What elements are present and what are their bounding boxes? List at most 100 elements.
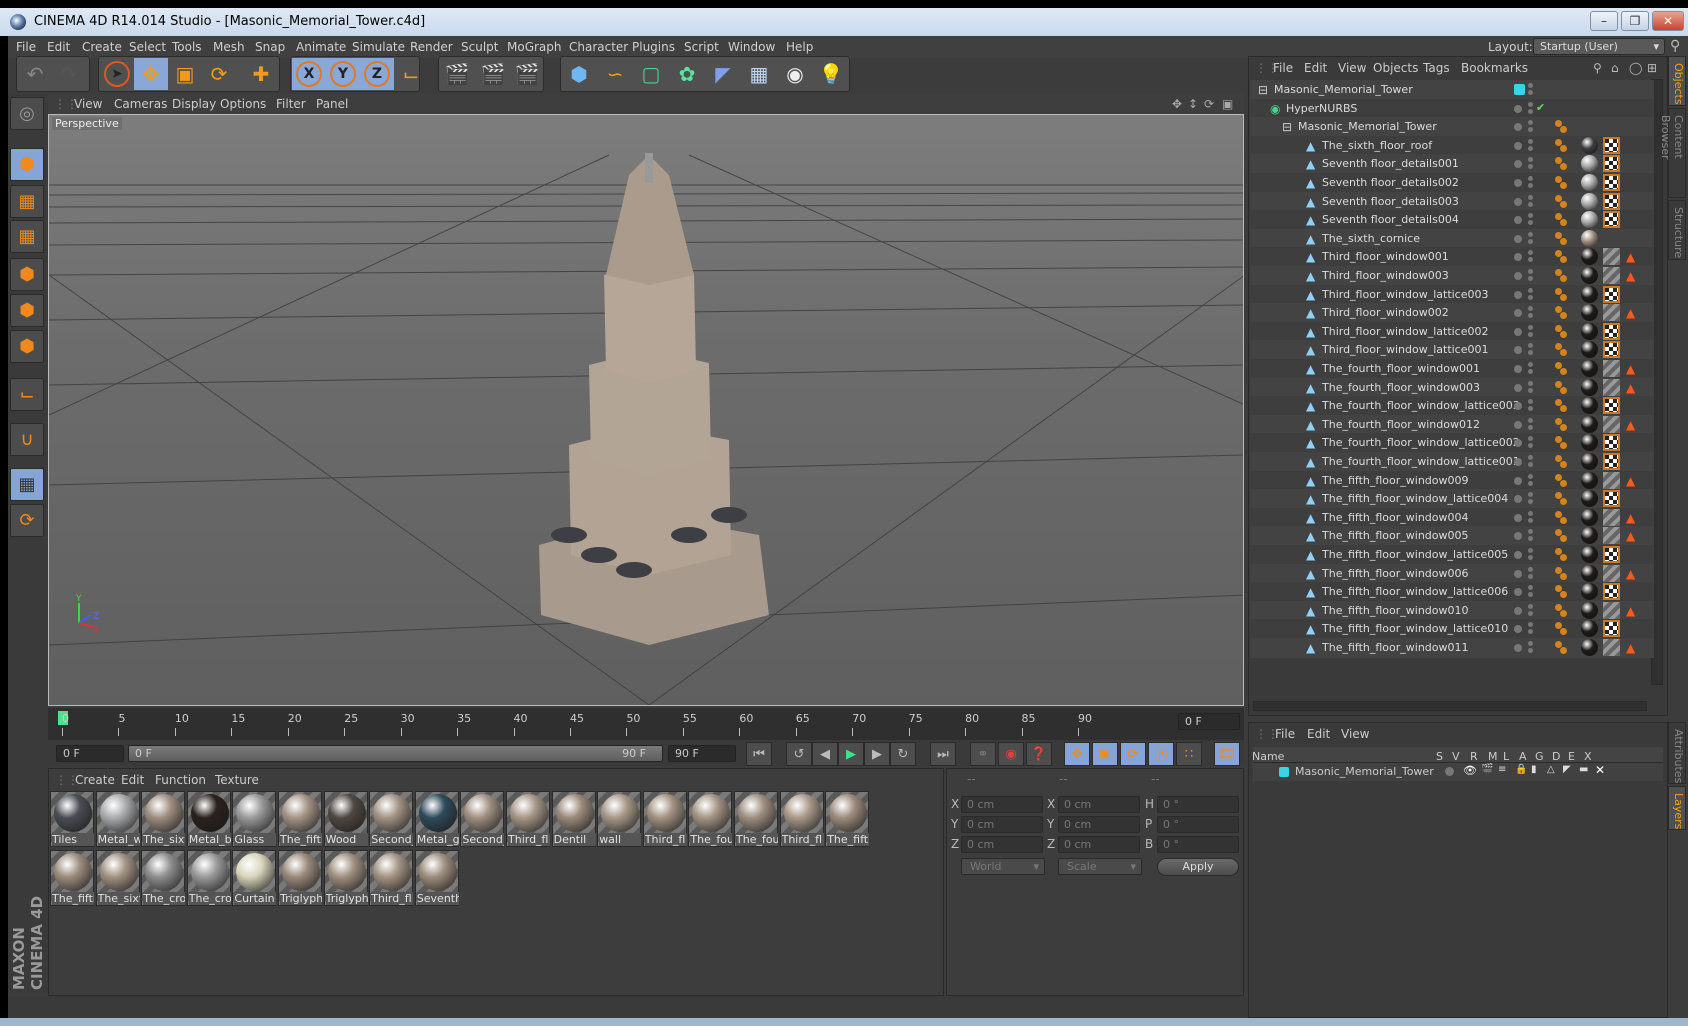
- object-row[interactable]: ▲ The_fifth_floor_window011 ▲: [1250, 638, 1654, 658]
- locked-workplane-button[interactable]: ▦: [10, 468, 44, 501]
- checker-texture-tag-icon[interactable]: [1603, 155, 1620, 173]
- material-swatch[interactable]: Tiles: [50, 791, 94, 847]
- object-name[interactable]: The_fifth_floor_window_lattice004: [1322, 492, 1508, 505]
- material-tag-icon[interactable]: [1581, 229, 1598, 247]
- layer-dot[interactable]: [1514, 532, 1522, 541]
- warning-triangle-icon[interactable]: ▲: [1626, 381, 1635, 395]
- warning-triangle-icon[interactable]: ▲: [1626, 474, 1635, 488]
- material-tag-icon[interactable]: [1581, 267, 1598, 284]
- material-menu-texture[interactable]: Texture: [215, 773, 259, 787]
- object-row[interactable]: ▲ The_fifth_floor_window009 ▲: [1250, 470, 1654, 491]
- solo-toggle[interactable]: [1445, 767, 1454, 776]
- rotation-b-field[interactable]: 0 °: [1157, 836, 1239, 853]
- autokey-button[interactable]: ◉: [998, 742, 1024, 766]
- uvw-tag-icon[interactable]: [1555, 622, 1562, 630]
- redo-button[interactable]: ↷: [52, 58, 86, 90]
- visible-eye-icon[interactable]: 👁: [1463, 764, 1477, 777]
- size-x-field[interactable]: 0 cm: [1058, 796, 1140, 813]
- uvw-tag-icon[interactable]: [1555, 269, 1562, 276]
- layers-menu-edit[interactable]: Edit: [1307, 727, 1330, 741]
- uvw-tag-icon[interactable]: [1555, 417, 1562, 425]
- object-name[interactable]: Third_floor_window001: [1322, 250, 1449, 263]
- object-name[interactable]: Masonic_Memorial_Tower: [1274, 83, 1413, 96]
- render-settings-button[interactable]: 🎬: [510, 58, 544, 90]
- x-axis-button[interactable]: X: [292, 58, 326, 90]
- current-frame-field[interactable]: 0 F: [1178, 713, 1240, 730]
- object-row[interactable]: ▲ The_fourth_floor_window_lattice003: [1250, 396, 1654, 417]
- material-tag-icon[interactable]: [1581, 285, 1598, 303]
- uvw-tag-icon[interactable]: [1555, 194, 1562, 202]
- layer-row[interactable]: Masonic_Memorial_Tower 👁 🎬 ≡ 🔒 ▮ △ ◤ ▬ ✕: [1253, 763, 1663, 781]
- object-row[interactable]: ▲ Third_floor_window002 ▲: [1250, 303, 1654, 324]
- warning-triangle-icon[interactable]: ▲: [1626, 529, 1635, 543]
- visibility-dots[interactable]: [1528, 436, 1533, 442]
- visibility-dots[interactable]: [1528, 306, 1533, 312]
- uvw-tag-icon[interactable]: [1555, 120, 1562, 128]
- undo-button[interactable]: ↶: [18, 58, 52, 90]
- checker-texture-tag-icon[interactable]: [1603, 583, 1620, 601]
- layers-column-header[interactable]: D: [1552, 750, 1560, 763]
- layer-dot[interactable]: [1514, 309, 1522, 318]
- lock-icon[interactable]: 🔒: [1515, 764, 1527, 775]
- layer-dot[interactable]: [1514, 569, 1522, 578]
- material-swatch[interactable]: Third_fl: [642, 791, 687, 847]
- object-row[interactable]: ▲ Third_floor_window_lattice003: [1250, 284, 1654, 305]
- material-swatch[interactable]: The_cros: [141, 850, 186, 906]
- object-row[interactable]: ▲ The_fifth_floor_window006 ▲: [1250, 563, 1654, 584]
- object-row[interactable]: ▲ The_fourth_floor_window003 ▲: [1250, 377, 1654, 398]
- stripe-texture-tag-icon[interactable]: [1603, 304, 1620, 322]
- object-row[interactable]: ▲ Seventh floor_details002: [1250, 173, 1654, 193]
- layers-column-header[interactable]: S: [1436, 750, 1443, 763]
- next-frame-button[interactable]: ▶: [864, 742, 890, 766]
- tab-objects[interactable]: Objects: [1668, 56, 1686, 106]
- uvw-tag-icon[interactable]: [1555, 324, 1562, 332]
- layers-column-header[interactable]: M: [1488, 750, 1498, 763]
- home-icon[interactable]: ⌂: [1611, 61, 1619, 75]
- goto-end-button[interactable]: ⏭: [930, 742, 956, 766]
- layer-dot[interactable]: [1514, 439, 1522, 448]
- animation-filmstrip-icon[interactable]: ▮: [1531, 764, 1537, 775]
- uvw-tag-icon[interactable]: [1555, 343, 1562, 351]
- checker-texture-tag-icon[interactable]: [1603, 174, 1620, 191]
- size-y-field[interactable]: 0 cm: [1058, 816, 1140, 833]
- live-selection-button[interactable]: ➤: [100, 58, 134, 90]
- objects-menu-view[interactable]: View: [1338, 61, 1366, 75]
- visibility-dots[interactable]: [1528, 641, 1533, 646]
- layer-dot[interactable]: [1514, 197, 1522, 206]
- y-axis-button[interactable]: Y: [326, 58, 360, 90]
- object-row[interactable]: ⊟ Masonic_Memorial_Tower: [1250, 80, 1654, 100]
- object-name[interactable]: The_fourth_floor_window_lattice003: [1322, 399, 1520, 412]
- key-scale-button[interactable]: ▣: [1092, 742, 1118, 766]
- warning-triangle-icon[interactable]: ▲: [1626, 641, 1635, 655]
- material-tag-icon[interactable]: [1581, 453, 1598, 470]
- layer-dot[interactable]: [1514, 625, 1522, 634]
- layer-dot[interactable]: [1514, 272, 1522, 280]
- visibility-dots[interactable]: [1528, 473, 1533, 479]
- visibility-dots[interactable]: [1528, 269, 1533, 274]
- material-tag-icon[interactable]: [1581, 434, 1598, 452]
- object-name[interactable]: The_fifth_floor_window006: [1322, 567, 1469, 580]
- layer-dot[interactable]: [1514, 123, 1522, 132]
- layers-column-header[interactable]: L: [1503, 750, 1509, 763]
- warning-triangle-icon[interactable]: ▲: [1626, 250, 1635, 264]
- object-name[interactable]: The_fourth_floor_window_lattice001: [1322, 455, 1520, 468]
- visibility-dots[interactable]: [1528, 231, 1533, 237]
- layer-dot[interactable]: [1514, 420, 1522, 429]
- checker-texture-tag-icon[interactable]: [1603, 546, 1620, 563]
- stripe-texture-tag-icon[interactable]: [1603, 360, 1620, 377]
- rotate-tool-button[interactable]: ⟳: [202, 58, 236, 90]
- object-name[interactable]: The_fifth_floor_window_lattice005: [1322, 548, 1508, 561]
- visibility-dots[interactable]: [1528, 492, 1533, 498]
- uvw-tag-icon[interactable]: [1555, 566, 1562, 574]
- object-name[interactable]: The_sixth_cornice: [1322, 232, 1420, 245]
- visibility-dots[interactable]: [1528, 250, 1533, 256]
- timeline-ruler[interactable]: 0 5 10 15 20 25 30 35 40 45 50 55 60 65 70 75 80 85 90 0 F: [48, 708, 1244, 740]
- material-swatch[interactable]: The_fiftl: [278, 791, 322, 847]
- viewport-menu-panel[interactable]: Panel: [316, 97, 348, 111]
- tab-attributes[interactable]: Attributes: [1668, 722, 1686, 784]
- visibility-dots[interactable]: [1528, 399, 1533, 405]
- object-name[interactable]: The_fifth_floor_window004: [1322, 511, 1469, 524]
- menu-simulate[interactable]: Simulate: [352, 40, 405, 54]
- material-tag-icon[interactable]: [1581, 583, 1598, 601]
- layer-color-indicator[interactable]: [1514, 84, 1525, 95]
